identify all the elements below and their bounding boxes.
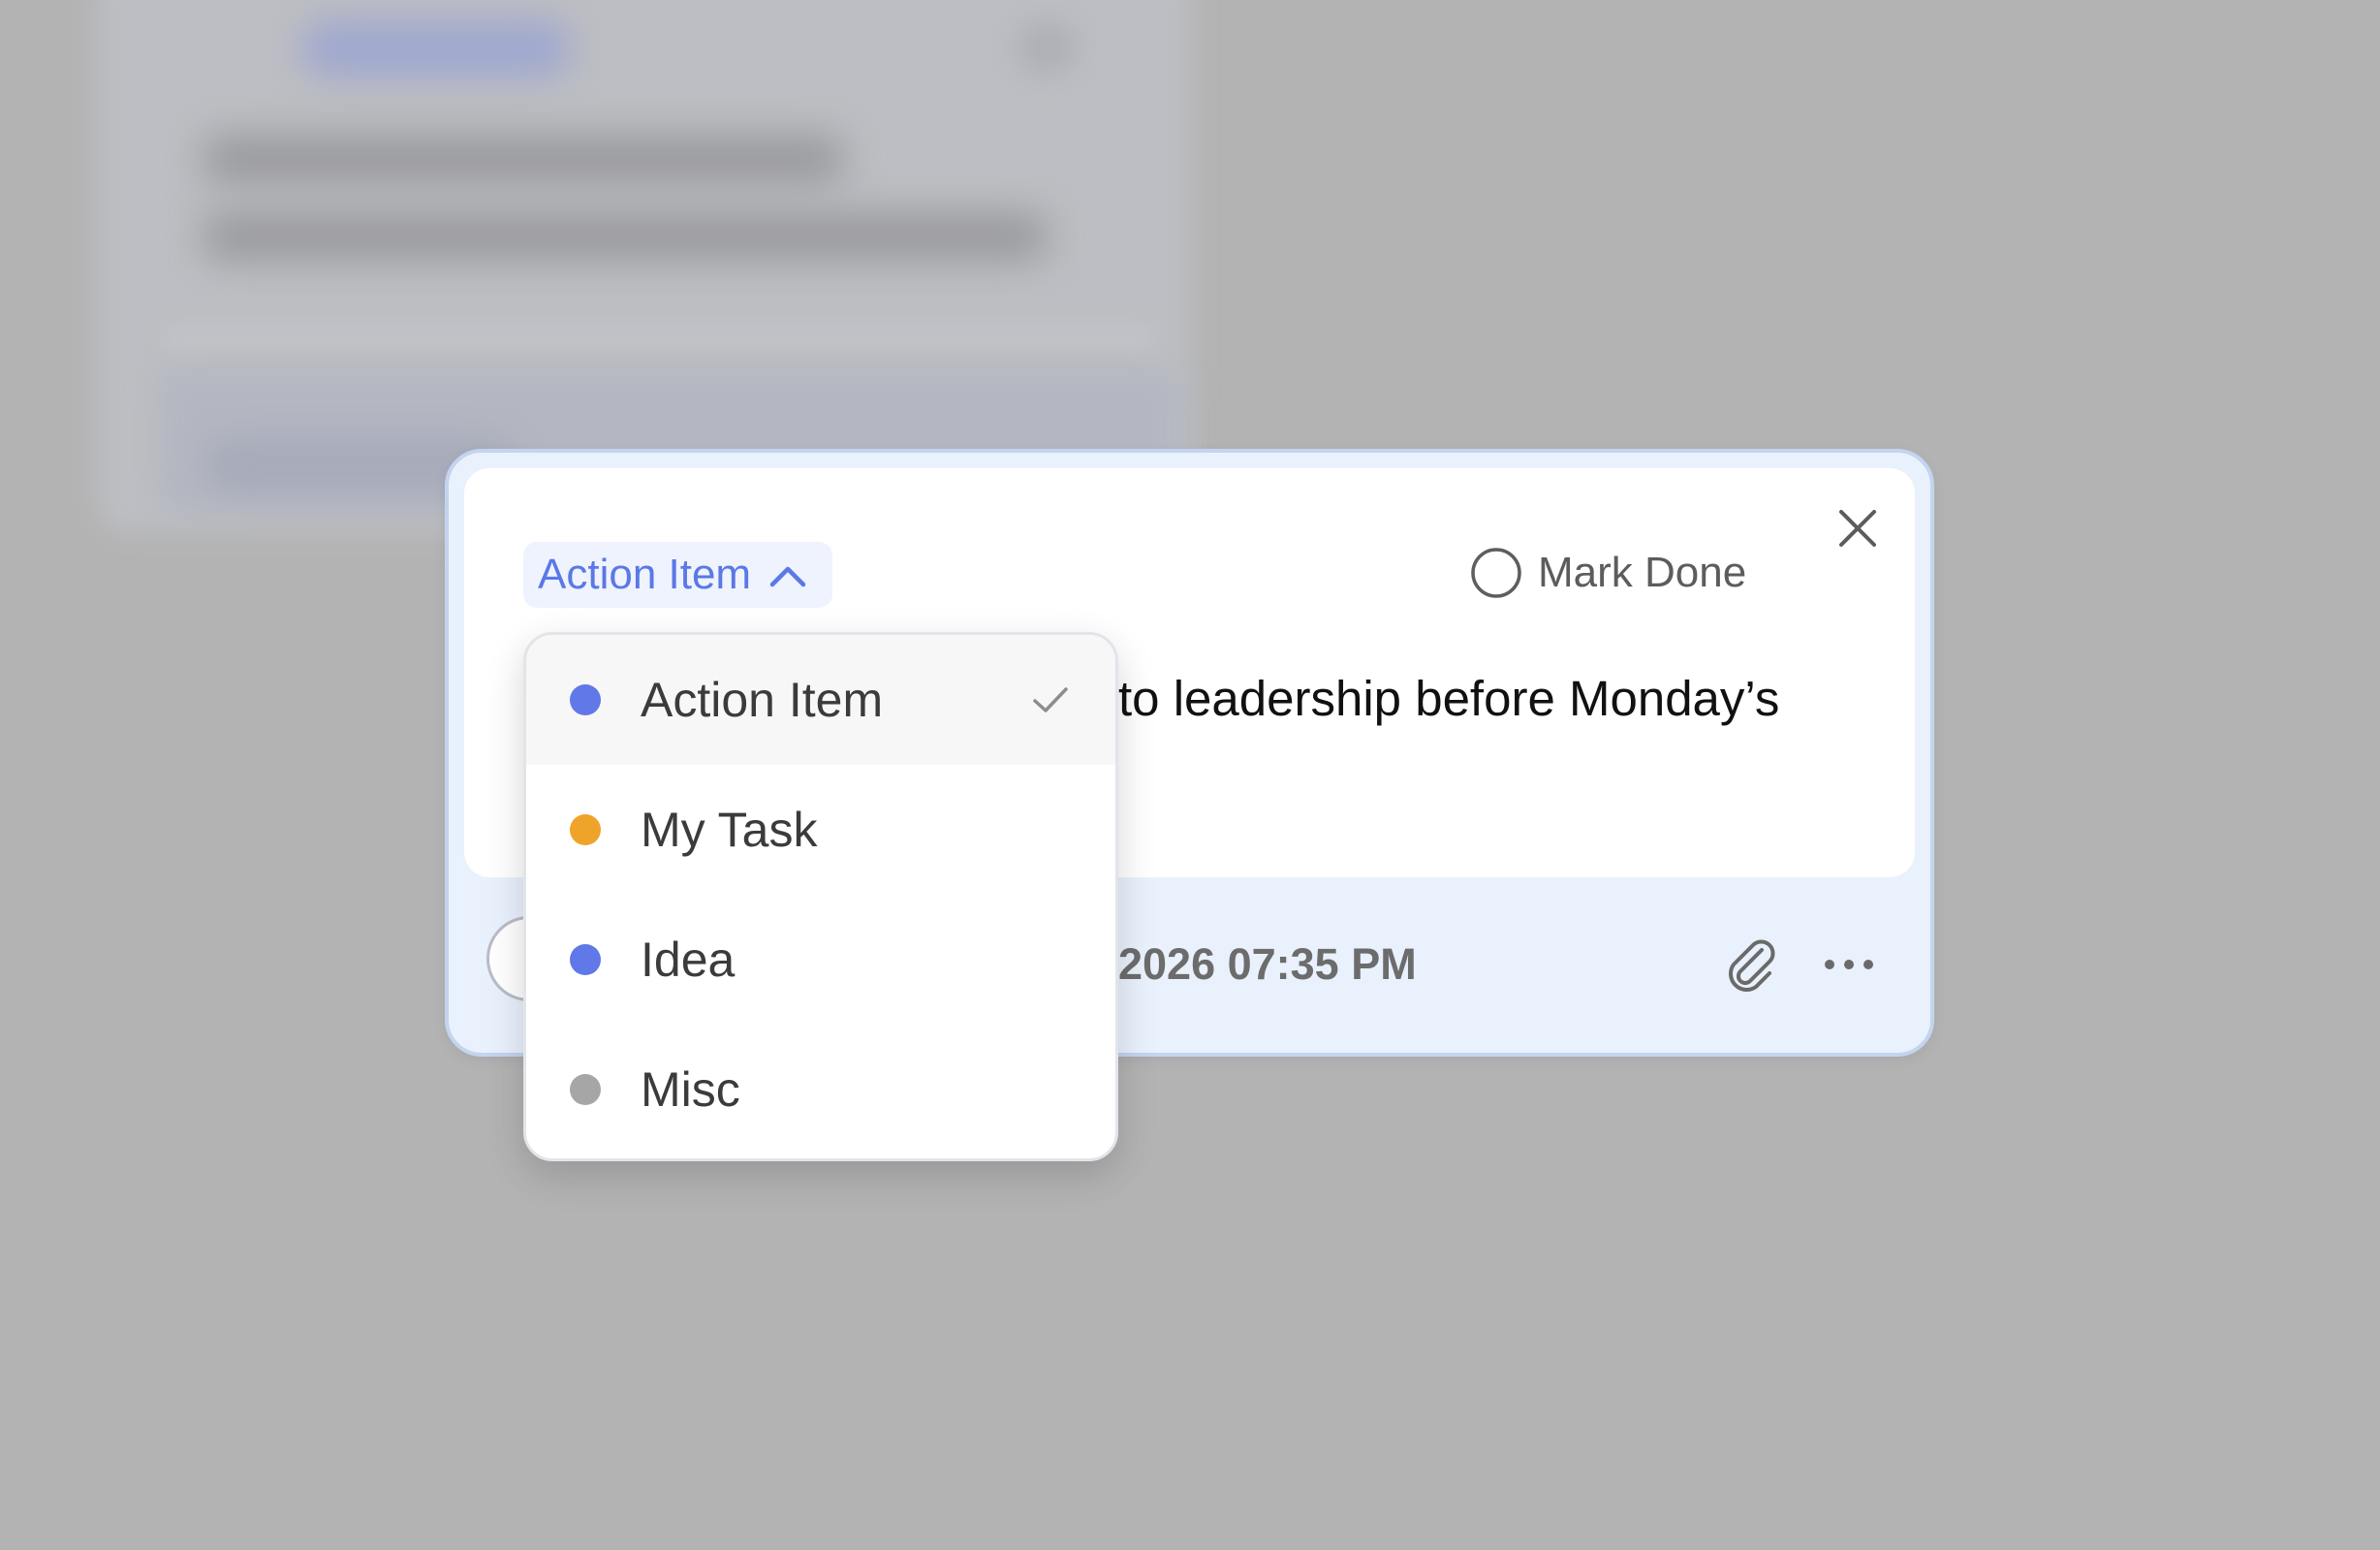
type-option-label: Action Item bbox=[641, 673, 884, 727]
type-option-label: Idea bbox=[641, 933, 736, 987]
background-divider bbox=[165, 330, 1153, 349]
note-body-text[interactable]: to leadership before Monday’s bbox=[1118, 669, 1779, 729]
background-pill bbox=[300, 19, 572, 78]
type-color-dot bbox=[570, 684, 601, 715]
note-type-selector[interactable]: Action Item bbox=[523, 542, 833, 608]
close-icon[interactable] bbox=[1833, 504, 1882, 553]
background-text-line bbox=[204, 136, 843, 182]
note-type-label: Action Item bbox=[538, 551, 752, 598]
type-option-label: My Task bbox=[641, 803, 818, 857]
mark-done-label: Mark Done bbox=[1538, 549, 1747, 596]
more-horizontal-icon[interactable] bbox=[1822, 950, 1876, 979]
type-option-my-task[interactable]: My Task bbox=[526, 765, 1115, 895]
paperclip-icon[interactable] bbox=[1725, 936, 1779, 995]
type-option-action-item[interactable]: Action Item bbox=[526, 635, 1115, 765]
note-type-dropdown: Action Item My Task Idea Misc bbox=[523, 632, 1118, 1161]
background-icon bbox=[1018, 23, 1076, 72]
chevron-up-icon bbox=[769, 566, 806, 587]
mark-done-button[interactable]: Mark Done bbox=[1471, 543, 1746, 603]
circle-outline-icon bbox=[1471, 548, 1521, 598]
background-text-line bbox=[204, 213, 1047, 260]
note-date: 2026 07:35 PM bbox=[1118, 939, 1417, 989]
type-option-misc[interactable]: Misc bbox=[526, 1025, 1115, 1155]
type-color-dot bbox=[570, 1074, 601, 1105]
type-color-dot bbox=[570, 944, 601, 975]
type-color-dot bbox=[570, 814, 601, 845]
type-option-label: Misc bbox=[641, 1062, 740, 1117]
type-option-idea[interactable]: Idea bbox=[526, 895, 1115, 1025]
screen: Action Item Mark Done to leadership befo… bbox=[0, 0, 2380, 1550]
checkmark-icon bbox=[1033, 687, 1068, 712]
